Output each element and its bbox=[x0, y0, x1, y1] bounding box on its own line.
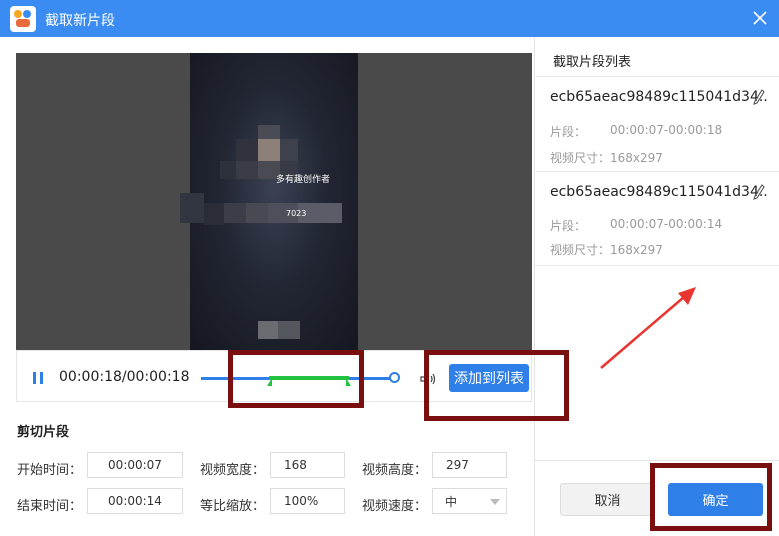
clip-segment-label: 片段： bbox=[550, 219, 587, 233]
video-width-input[interactable]: 168 bbox=[270, 452, 345, 478]
clip-segment-value: 00:00:07-00:00:18 bbox=[610, 123, 723, 137]
footer-divider bbox=[535, 460, 779, 461]
clip-name: ecb65aeac98489c115041d34.. bbox=[550, 184, 768, 200]
annotation-arrow-icon bbox=[600, 287, 696, 369]
video-frame: 多有趣创作者 7023 bbox=[180, 53, 358, 350]
end-time-label: 结束时间： bbox=[17, 499, 83, 514]
close-icon[interactable] bbox=[748, 6, 772, 30]
playback-time: 00:00:18/00:00:18 bbox=[59, 369, 190, 385]
edit-icon[interactable] bbox=[753, 184, 765, 200]
scale-label: 等比缩放： bbox=[200, 499, 266, 514]
scale-input[interactable]: 100% bbox=[270, 488, 345, 514]
cut-section-title: 剪切片段 bbox=[17, 425, 70, 440]
chevron-down-icon bbox=[490, 499, 500, 505]
clip-size-value: 168x297 bbox=[610, 243, 663, 257]
clip-segment: 片段： 00:00:07-00:00:14 bbox=[550, 217, 722, 234]
video-preview[interactable]: 多有趣创作者 7023 bbox=[16, 53, 532, 350]
edit-icon[interactable] bbox=[753, 89, 765, 105]
clip-size: 视频尺寸：168x297 bbox=[550, 241, 663, 258]
app-logo-icon bbox=[10, 6, 36, 32]
pause-icon[interactable] bbox=[33, 372, 43, 384]
video-height-label: 视频高度： bbox=[362, 463, 428, 478]
video-speed-label: 视频速度： bbox=[362, 499, 428, 514]
video-speed-value: 中 bbox=[445, 494, 458, 509]
annotation-box-confirm bbox=[650, 463, 772, 531]
start-time-input[interactable]: 00:00:07 bbox=[87, 452, 183, 478]
title-bar: 截取新片段 bbox=[0, 0, 779, 37]
annotation-box-timeline bbox=[228, 350, 364, 408]
clip-segment: 片段： 00:00:07-00:00:18 bbox=[550, 123, 722, 140]
list-item[interactable]: ecb65aeac98489c115041d34.. 片段： 00:00:07-… bbox=[535, 171, 779, 266]
cancel-button[interactable]: 取消 bbox=[560, 483, 655, 516]
video-overlay-text: 多有趣创作者 bbox=[276, 175, 331, 185]
clip-size-value: 168x297 bbox=[610, 151, 663, 165]
clip-list-divider bbox=[535, 265, 779, 266]
clip-size: 视频尺寸：168x297 bbox=[550, 149, 663, 166]
clip-name: ecb65aeac98489c115041d34.. bbox=[550, 89, 768, 105]
window-title: 截取新片段 bbox=[45, 13, 115, 29]
video-overlay-number: 7023 bbox=[286, 209, 307, 218]
clip-size-label: 视频尺寸： bbox=[550, 243, 611, 257]
mosaic-pixelated bbox=[180, 53, 358, 350]
annotation-box-add-button bbox=[424, 350, 569, 421]
video-width-label: 视频宽度： bbox=[200, 463, 266, 478]
clip-size-label: 视频尺寸： bbox=[550, 151, 611, 165]
list-item[interactable]: ecb65aeac98489c115041d34.. 片段： 00:00:07-… bbox=[535, 76, 779, 171]
clip-list: ecb65aeac98489c115041d34.. 片段： 00:00:07-… bbox=[535, 76, 779, 266]
clip-segment-label: 片段： bbox=[550, 125, 587, 139]
video-height-input[interactable]: 297 bbox=[432, 452, 507, 478]
clip-list-title: 截取片段列表 bbox=[553, 55, 632, 70]
end-time-input[interactable]: 00:00:14 bbox=[87, 488, 183, 514]
clip-segment-value: 00:00:07-00:00:14 bbox=[610, 217, 723, 231]
start-time-label: 开始时间： bbox=[17, 463, 83, 478]
playhead-knob[interactable] bbox=[389, 372, 400, 383]
video-speed-select[interactable]: 中 bbox=[432, 488, 507, 514]
